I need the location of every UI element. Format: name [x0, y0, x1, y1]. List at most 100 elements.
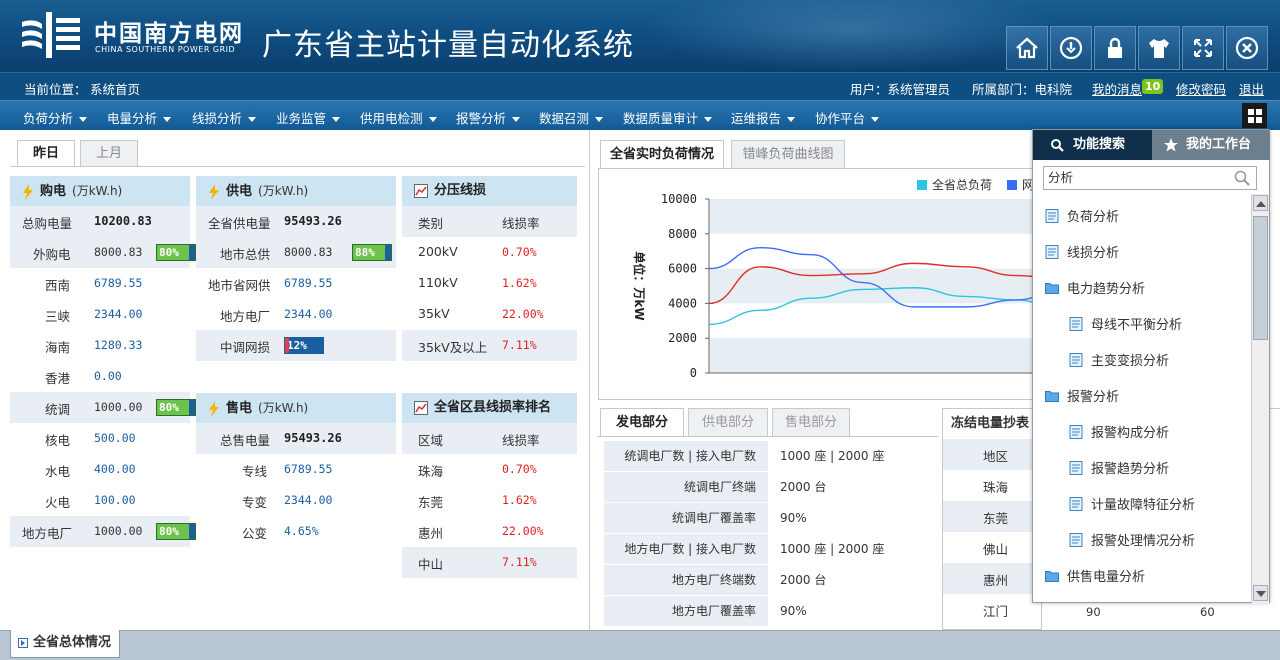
- voltage-loss-row: 110kV 1.62%: [418, 275, 537, 290]
- list-item[interactable]: 主变变损分析: [1069, 350, 1169, 370]
- menu-item-data-call[interactable]: 数据召测: [539, 108, 604, 127]
- scroll-down-icon[interactable]: [1253, 585, 1268, 601]
- tab-my-workbench[interactable]: 我的工作台: [1152, 130, 1270, 160]
- supply-row: 地市总供 8000.83 88%: [196, 237, 396, 268]
- county-loss-row: 惠州 22.00%: [418, 524, 544, 541]
- list-item[interactable]: 报警处理情况分析: [1069, 530, 1195, 550]
- tab-overall-situation[interactable]: 全省总体情况: [10, 630, 120, 658]
- lightning-icon: [209, 400, 219, 417]
- menu-item-ops-report[interactable]: 运维报告: [731, 108, 796, 127]
- tab-generation[interactable]: 发电部分: [600, 408, 684, 436]
- tab-peak-shift[interactable]: 错峰负荷曲线图: [731, 140, 845, 168]
- table-row: 江门: [983, 604, 1009, 619]
- change-password-link[interactable]: 修改密码: [1176, 79, 1226, 98]
- search-icon[interactable]: [1234, 170, 1250, 186]
- sale-block: 售电 (万kW.h) 总售电量 95493.26 专线 6789.55 专变 2344.…: [196, 393, 396, 547]
- list-item[interactable]: 线损分析: [1045, 242, 1119, 262]
- chevron-down-icon: [248, 117, 257, 122]
- gen-row: 统调电厂覆盖率 90%: [604, 503, 934, 534]
- popup-scrollbar[interactable]: [1251, 194, 1269, 604]
- folder-icon: [1045, 391, 1059, 402]
- supply-row: 地方电厂 2344.00: [220, 307, 333, 324]
- menu-item-alarm[interactable]: 报警分析: [456, 108, 521, 127]
- menu-item-business[interactable]: 业务监管: [276, 108, 341, 127]
- table-row: 东莞: [943, 501, 1041, 532]
- menu-item-load-analysis[interactable]: 负荷分析: [23, 108, 88, 127]
- function-search-input[interactable]: 分析: [1043, 166, 1257, 190]
- chevron-down-icon: [787, 117, 796, 122]
- purchase-row: 西南 6789.55: [45, 276, 143, 293]
- scroll-up-icon[interactable]: [1253, 195, 1268, 211]
- fullscreen-icon: [1194, 39, 1212, 57]
- function-search-popup: 功能搜索 我的工作台 分析 负荷分析 线损分析 电力趋势分析 母线不平衡分析 主…: [1032, 129, 1270, 604]
- chevron-down-icon: [871, 117, 880, 122]
- header-banner: 中国南方电网 CHINA SOUTHERN POWER GRID 广东省主站计量…: [0, 0, 1280, 72]
- list-item[interactable]: 电力趋势分析: [1045, 278, 1145, 298]
- list-item[interactable]: 报警趋势分析: [1069, 458, 1169, 478]
- lightning-icon: [23, 183, 33, 200]
- shirt-icon: [1149, 39, 1169, 58]
- voltage-loss-row: 200kV 0.70%: [418, 244, 537, 259]
- grid-icon: [1247, 108, 1262, 123]
- user-info: 用户：系统管理员: [850, 82, 951, 97]
- legend-swatch: [917, 180, 927, 190]
- purchase-block: 购电 (万kW.h) 总购电量 10200.83 外购电 8000.83 80% 西南 6…: [10, 176, 196, 547]
- menu-item-collab[interactable]: 协作平台: [815, 108, 880, 127]
- power-icon: [1059, 36, 1083, 60]
- skin-button[interactable]: [1138, 26, 1180, 70]
- menu-item-line-loss[interactable]: 线损分析: [192, 108, 257, 127]
- document-icon: [1069, 353, 1083, 367]
- tab-yesterday[interactable]: 昨日: [17, 140, 75, 166]
- tab-divider: [10, 166, 585, 167]
- tab-supply-part[interactable]: 供电部分: [688, 408, 768, 436]
- y-tick-label: 10000: [661, 192, 697, 206]
- lock-button[interactable]: [1094, 26, 1136, 70]
- chart-icon: [414, 400, 428, 415]
- frozen-title: 冻结电量抄表: [943, 409, 1041, 439]
- tab-sale-part[interactable]: 售电部分: [772, 408, 850, 436]
- menu-item-energy-analysis[interactable]: 电量分析: [107, 108, 172, 127]
- tab-realtime-load[interactable]: 全省实时负荷情况: [600, 140, 724, 168]
- csg-logo-icon: [22, 12, 80, 58]
- document-icon: [1069, 497, 1083, 511]
- chevron-down-icon: [79, 117, 88, 122]
- exit-button[interactable]: [1226, 26, 1268, 70]
- sale-row: 总售电量 95493.26: [196, 423, 396, 454]
- generation-panel: 统调电厂数 | 接入电厂数 1000 座 | 2000 座 统调电厂终端 2000 …: [598, 436, 938, 630]
- my-messages-link[interactable]: 我的消息: [1092, 79, 1142, 98]
- tab-last-month[interactable]: 上月: [80, 140, 138, 166]
- logout-link[interactable]: 退出: [1239, 79, 1264, 98]
- menu-item-supply-check[interactable]: 供用电检测: [360, 108, 437, 127]
- chevron-down-icon: [163, 117, 172, 122]
- purchase-row: 海南 1280.33: [45, 338, 143, 355]
- location-value[interactable]: 系统首页: [90, 79, 140, 98]
- purchase-row: 香港 0.00: [45, 369, 122, 386]
- supply-row: 全省供电量 95493.26: [196, 206, 396, 237]
- scroll-thumb[interactable]: [1253, 216, 1268, 340]
- legend-swatch-0: [709, 175, 721, 187]
- home-button[interactable]: [1006, 26, 1048, 70]
- grid-band: [709, 338, 1037, 373]
- gen-row: 地方电厂覆盖率 90%: [604, 596, 934, 627]
- menu-item-data-audit[interactable]: 数据质量审计: [623, 108, 713, 127]
- purchase-row: 外购电 8000.83 80%: [10, 237, 196, 268]
- list-item[interactable]: 报警分析: [1045, 386, 1119, 406]
- list-item[interactable]: 计量故障特征分析: [1069, 494, 1195, 514]
- chevron-down-icon: [512, 117, 521, 122]
- county-loss-head-row: 区域 线损率: [402, 423, 577, 454]
- voltage-loss-row: 35kV及以上 7.11%: [402, 330, 577, 361]
- folder-icon: [1045, 571, 1059, 582]
- list-item[interactable]: 负荷分析: [1045, 206, 1119, 226]
- apps-grid-button[interactable]: [1242, 103, 1267, 128]
- supply-block: 供电 (万kW.h) 全省供电量 95493.26 地市总供 8000.83 88% 地…: [196, 176, 396, 361]
- tab-function-search[interactable]: 功能搜索: [1033, 130, 1152, 160]
- power-button[interactable]: [1050, 26, 1092, 70]
- gen-row: 统调电厂终端 2000 台: [604, 472, 934, 503]
- list-item[interactable]: 母线不平衡分析: [1069, 314, 1182, 334]
- lock-icon: [1108, 37, 1122, 58]
- gen-row: 地方电厂数 | 接入电厂数 1000 座 | 2000 座: [604, 534, 934, 565]
- message-count-badge: 10: [1142, 79, 1164, 94]
- list-item[interactable]: 供售电量分析: [1045, 566, 1145, 586]
- fullscreen-button[interactable]: [1182, 26, 1224, 70]
- list-item[interactable]: 报警构成分析: [1069, 422, 1169, 442]
